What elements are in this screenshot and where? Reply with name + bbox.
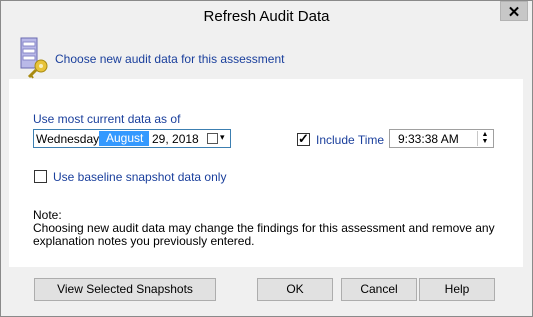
date-day-year[interactable]: 29, 2018: [152, 132, 199, 146]
database-key-icon: [20, 37, 48, 79]
spin-down-icon[interactable]: ▼: [478, 138, 492, 145]
time-value[interactable]: 9:33:38 AM: [398, 132, 459, 146]
ok-button[interactable]: OK: [257, 278, 333, 301]
cancel-button[interactable]: Cancel: [341, 278, 417, 301]
view-selected-snapshots-button[interactable]: View Selected Snapshots: [34, 278, 216, 301]
refresh-audit-dialog: Refresh Audit Data ✕: [0, 0, 533, 317]
baseline-snapshot-checkbox[interactable]: [34, 170, 47, 183]
close-icon: ✕: [507, 4, 521, 21]
date-label: Use most current data as of: [33, 112, 181, 126]
note-heading: Note:: [33, 208, 62, 222]
note-line-1: Choosing new audit data may change the f…: [33, 221, 495, 235]
baseline-snapshot-label[interactable]: Use baseline snapshot data only: [53, 170, 226, 184]
date-day[interactable]: Wednesday,: [36, 132, 102, 146]
time-spinner[interactable]: ▲ ▼: [477, 131, 492, 146]
calendar-icon[interactable]: [207, 133, 218, 144]
spin-up-icon[interactable]: ▲: [478, 131, 492, 138]
time-field[interactable]: 9:33:38 AM ▲ ▼: [389, 129, 494, 148]
chevron-down-icon[interactable]: ▾: [220, 132, 225, 143]
help-button[interactable]: Help: [419, 278, 495, 301]
header-description: Choose new audit data for this assessmen…: [55, 52, 285, 66]
date-picker[interactable]: Wednesday, August 29, 2018 ▾: [33, 129, 231, 148]
checkmark-icon: ✓: [298, 131, 309, 146]
date-month[interactable]: August: [99, 131, 150, 146]
window-title: Refresh Audit Data: [203, 8, 330, 25]
include-time-label[interactable]: Include Time: [316, 133, 384, 147]
close-button[interactable]: ✕: [500, 1, 528, 21]
note-line-2: explanation notes you previously entered…: [33, 234, 255, 248]
title-bar: Refresh Audit Data ✕: [1, 1, 532, 33]
include-time-checkbox[interactable]: ✓: [297, 131, 310, 146]
